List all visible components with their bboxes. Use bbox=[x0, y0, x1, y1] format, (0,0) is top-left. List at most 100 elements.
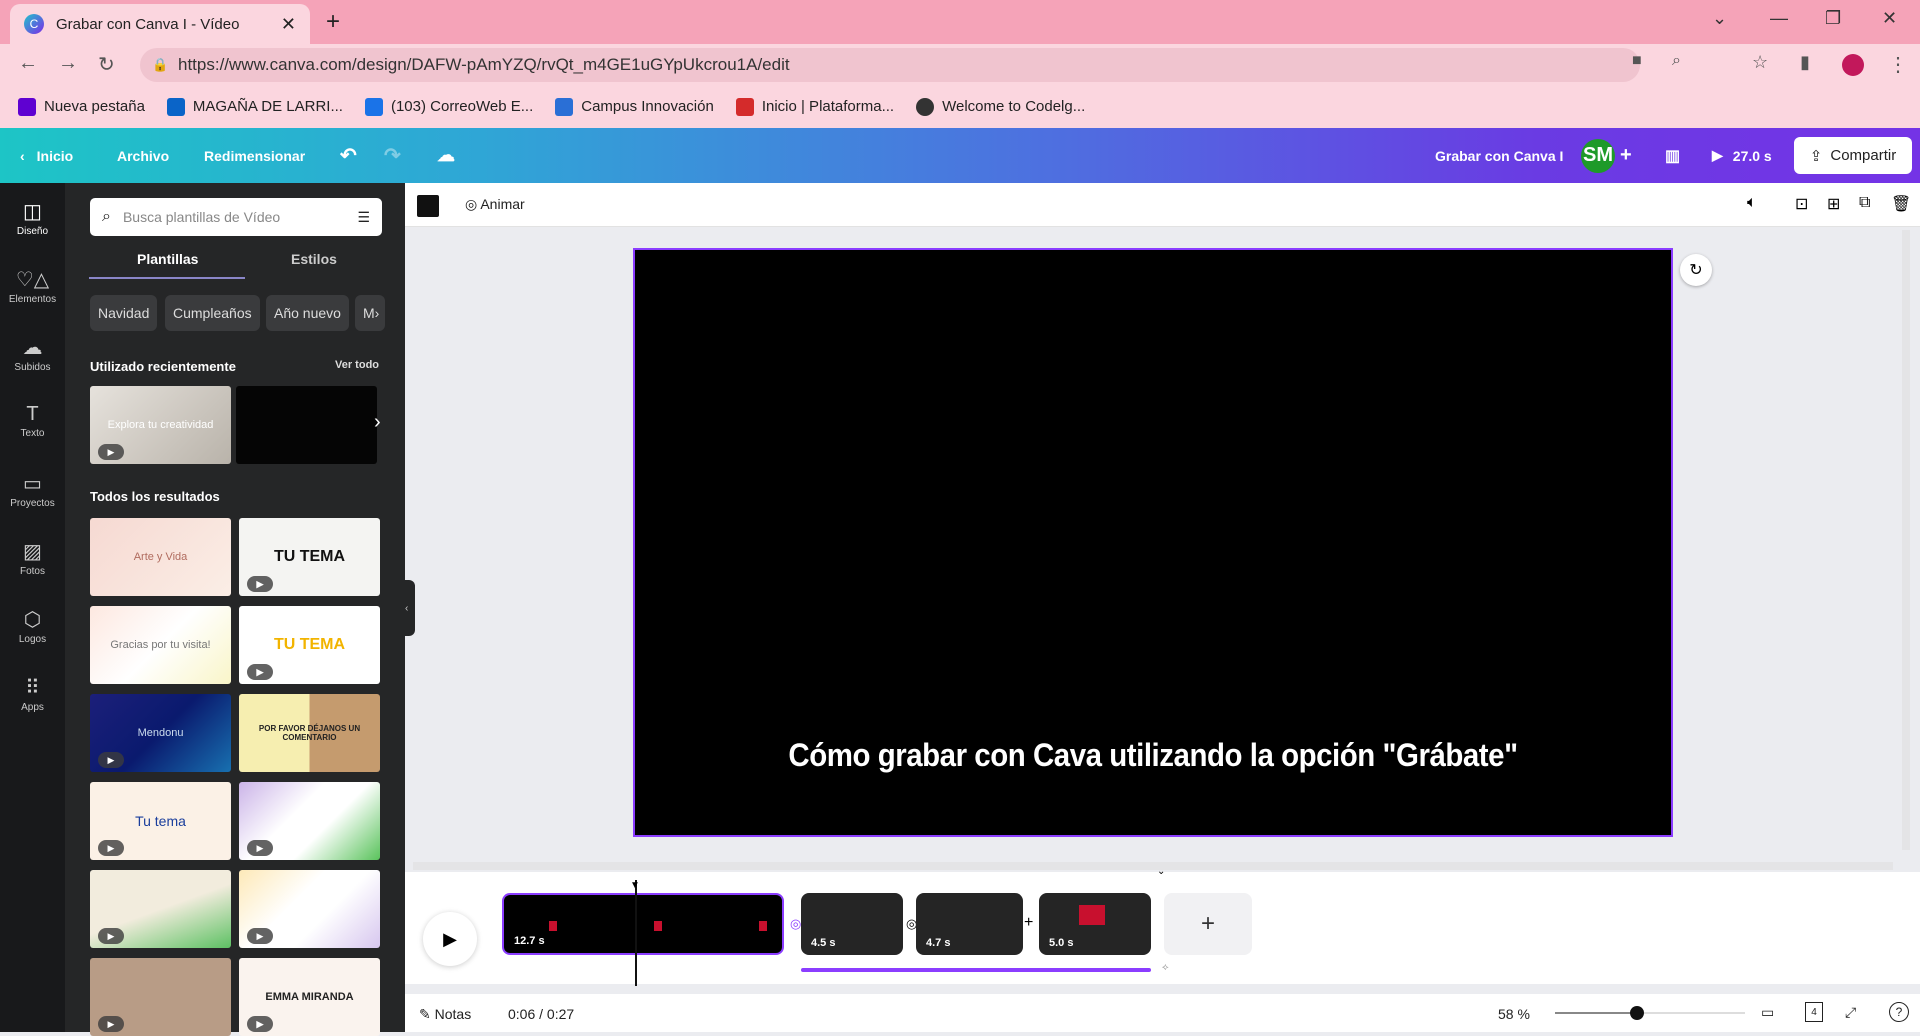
play-button[interactable]: ▶ bbox=[423, 912, 477, 966]
rail-item-texto[interactable]: T Texto bbox=[0, 403, 65, 439]
cloud-saved-icon[interactable]: ☁ bbox=[437, 128, 455, 183]
forward-icon[interactable]: → bbox=[58, 52, 78, 75]
rail-item-elementos[interactable]: ♡△ Elementos bbox=[0, 267, 65, 305]
template-search-input[interactable]: ⌕ Busca plantillas de Vídeo ☰ bbox=[90, 198, 382, 236]
undo-icon[interactable]: ↶ bbox=[340, 128, 357, 183]
template-thumbnail[interactable]: ▶ bbox=[90, 958, 231, 1036]
audio-adjust-icon[interactable]: ⟡ bbox=[1162, 962, 1169, 973]
file-menu-button[interactable]: Archivo bbox=[117, 128, 169, 183]
template-thumbnail[interactable]: Tu tema ▶ bbox=[90, 782, 231, 860]
resize-button[interactable]: Redimensionar bbox=[204, 128, 305, 183]
template-thumbnail[interactable]: ▶ bbox=[239, 870, 380, 948]
template-thumbnail[interactable]: Gracias por tu visita! bbox=[90, 606, 231, 684]
zoom-icon[interactable]: ⌕ bbox=[1672, 52, 1681, 70]
lock-icon[interactable]: ⊡ bbox=[1795, 194, 1808, 214]
home-button[interactable]: ‹ Inicio bbox=[20, 128, 73, 183]
audio-track-bar[interactable] bbox=[801, 968, 1151, 972]
redo-icon[interactable]: ↷ bbox=[384, 128, 401, 183]
rail-item-logos[interactable]: ⬡ Logos bbox=[0, 607, 65, 645]
side-panel-icon[interactable]: ▮ bbox=[1800, 52, 1810, 73]
close-tab-icon[interactable]: ✕ bbox=[281, 14, 296, 35]
chip-cumpleanos[interactable]: Cumpleaños bbox=[165, 295, 260, 331]
grid-view-icon[interactable]: ▭ bbox=[1761, 1004, 1774, 1021]
fullscreen-icon[interactable]: ⤢ bbox=[1845, 1004, 1856, 1021]
timeline-clip[interactable]: 12.7 s bbox=[502, 893, 784, 955]
zoom-slider[interactable] bbox=[1555, 1006, 1745, 1020]
design-title[interactable]: Grabar con Canva I bbox=[1435, 128, 1563, 183]
menu-icon[interactable]: ⋮ bbox=[1888, 52, 1908, 77]
template-thumbnail[interactable]: ▶ bbox=[90, 870, 231, 948]
present-button[interactable]: ▶ 27.0 s bbox=[1712, 128, 1772, 183]
template-thumbnail[interactable]: ▶ bbox=[239, 782, 380, 860]
refresh-icon[interactable]: ↻ bbox=[1680, 254, 1712, 286]
design-canvas[interactable]: Cómo grabar con Cava utilizando la opció… bbox=[633, 248, 1673, 837]
transition-icon[interactable]: ◎ bbox=[790, 916, 801, 932]
reload-icon[interactable]: ↻ bbox=[98, 52, 115, 77]
trash-icon[interactable]: 🗑︎ bbox=[1891, 194, 1911, 214]
canvas-caption[interactable]: Cómo grabar con Cava utilizando la opció… bbox=[676, 737, 1629, 774]
see-all-link[interactable]: Ver todo bbox=[335, 359, 379, 371]
tab-search-icon[interactable]: ⌄ bbox=[1712, 8, 1727, 29]
rail-item-fotos[interactable]: ▨ Fotos bbox=[0, 539, 65, 577]
restore-button[interactable]: ❐ bbox=[1825, 8, 1841, 29]
rail-item-apps[interactable]: ⠿ Apps bbox=[0, 675, 65, 713]
tab-plantillas[interactable]: Plantillas bbox=[137, 251, 198, 267]
chip-ano-nuevo[interactable]: Año nuevo bbox=[266, 295, 349, 331]
add-collaborator-icon[interactable]: + bbox=[1620, 128, 1632, 183]
playhead-marker-icon[interactable]: ▼ bbox=[630, 880, 640, 891]
close-window-button[interactable]: ✕ bbox=[1882, 8, 1897, 29]
collapse-panel-handle[interactable]: ‹ bbox=[405, 580, 415, 636]
url-input[interactable]: 🔒 https://www.canva.com/design/DAFW-pAmYZ… bbox=[140, 48, 1640, 82]
bookmark[interactable]: Campus Innovación bbox=[555, 98, 714, 117]
notes-button[interactable]: ✎ Notas bbox=[419, 1006, 471, 1023]
rail-item-subidos[interactable]: ☁ Subidos bbox=[0, 335, 65, 373]
template-thumbnail[interactable]: EMMA MIRANDA ▶ bbox=[239, 958, 380, 1036]
template-thumbnail[interactable]: Arte y Vida bbox=[90, 518, 231, 596]
tab-estilos[interactable]: Estilos bbox=[291, 251, 337, 267]
rail-item-diseno[interactable]: ◫ Diseño bbox=[0, 199, 65, 237]
share-button[interactable]: ⇪ Compartir bbox=[1794, 137, 1912, 174]
insights-chart-icon[interactable]: ▥ bbox=[1665, 128, 1680, 183]
add-page-button[interactable]: + bbox=[1164, 893, 1252, 955]
add-transition-icon[interactable]: + bbox=[1024, 914, 1033, 932]
profile-avatar[interactable] bbox=[1842, 54, 1864, 76]
zoom-percent[interactable]: 58 % bbox=[1498, 1006, 1530, 1022]
animate-button[interactable]: ◎ Animar bbox=[465, 196, 525, 213]
page-count-button[interactable]: 4 bbox=[1805, 1002, 1823, 1022]
rail-item-proyectos[interactable]: ▭ Proyectos bbox=[0, 471, 65, 509]
browser-tab[interactable]: C Grabar con Canva I - Vídeo ✕ bbox=[10, 4, 310, 44]
horizontal-scrollbar[interactable] bbox=[413, 862, 1893, 870]
template-thumbnail[interactable]: TU TEMA ▶ bbox=[239, 518, 380, 596]
template-thumbnail[interactable]: POR FAVOR DÉJANOS UN COMENTARIO bbox=[239, 694, 380, 772]
add-page-icon[interactable]: ⊞ bbox=[1827, 194, 1840, 214]
timeline-clip[interactable]: 4.5 s bbox=[801, 893, 903, 955]
background-color-swatch[interactable] bbox=[417, 195, 439, 217]
bookmark[interactable]: MAGAÑA DE LARRI... bbox=[166, 98, 343, 117]
help-icon[interactable]: ? bbox=[1889, 1002, 1909, 1022]
duplicate-icon[interactable]: ⧉ bbox=[1859, 194, 1870, 212]
zoom-slider-knob[interactable] bbox=[1629, 1006, 1644, 1020]
timeline-clip[interactable]: 4.7 s bbox=[916, 893, 1023, 955]
recent-template[interactable] bbox=[236, 386, 377, 464]
recent-template[interactable]: Explora tu creatividad ▶ bbox=[90, 386, 231, 464]
carousel-next-icon[interactable]: › bbox=[374, 411, 381, 434]
back-icon[interactable]: ← bbox=[18, 52, 38, 75]
vertical-scrollbar[interactable] bbox=[1902, 230, 1910, 850]
minimize-button[interactable]: — bbox=[1770, 8, 1788, 29]
camera-icon[interactable]: ■ bbox=[1632, 52, 1642, 70]
bookmark[interactable]: Welcome to Codelg... bbox=[916, 98, 1085, 117]
filter-sliders-icon[interactable]: ☰ bbox=[357, 209, 370, 226]
chip-navidad[interactable]: Navidad bbox=[90, 295, 158, 331]
template-thumbnail[interactable]: TU TEMA ▶ bbox=[239, 606, 380, 684]
playhead[interactable] bbox=[635, 880, 637, 986]
star-icon[interactable]: ☆ bbox=[1752, 52, 1768, 73]
timeline-clip[interactable]: 5.0 s bbox=[1039, 893, 1151, 955]
bookmark[interactable]: Nueva pestaña bbox=[18, 98, 145, 117]
user-avatar[interactable]: SM bbox=[1581, 138, 1615, 173]
template-thumbnail[interactable]: Mendonu ▶ bbox=[90, 694, 231, 772]
bookmark[interactable]: Inicio | Plataforma... bbox=[735, 98, 894, 117]
new-tab-button[interactable]: + bbox=[326, 8, 340, 36]
chip-more[interactable]: M › bbox=[355, 295, 385, 331]
collapse-timeline-icon[interactable]: ⌄ bbox=[1157, 866, 1165, 877]
volume-icon[interactable]: 🔈︎ bbox=[1747, 194, 1757, 212]
